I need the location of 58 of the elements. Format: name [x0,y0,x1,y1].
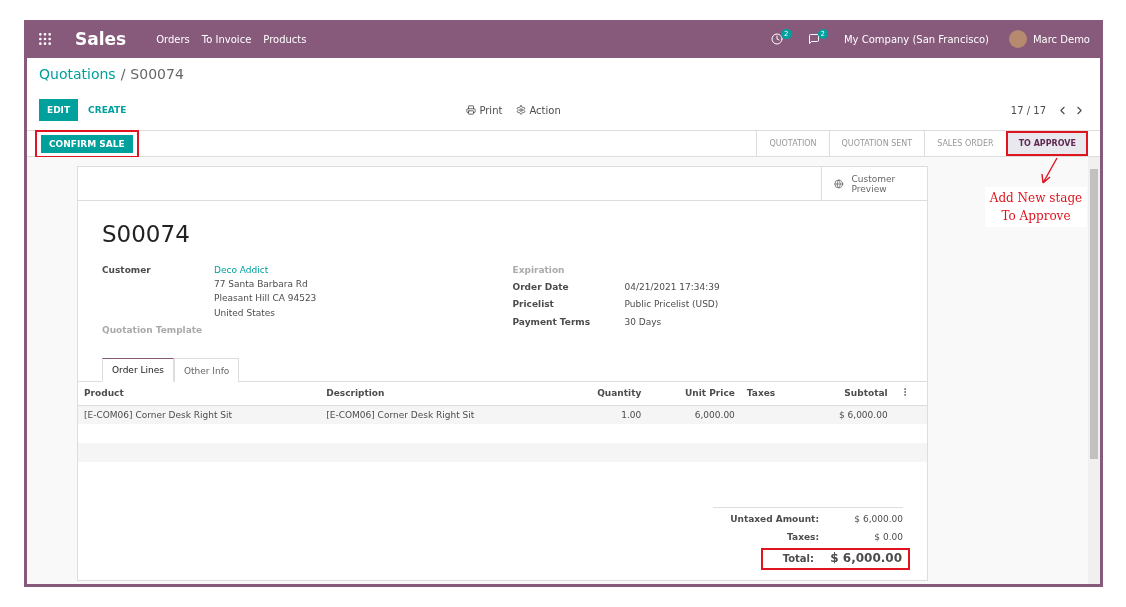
action-dropdown[interactable]: Action [516,104,561,116]
table-cell: 1.00 [621,409,642,420]
address-line: United States [214,307,276,318]
user-menu[interactable]: Marc Demo [1032,33,1090,45]
field-value: Public Pricelist (USD) [624,299,720,310]
breadcrumb-separator: / [120,66,126,82]
printer-icon [466,105,477,115]
confirm-sale-button[interactable]: CONFIRM SALE [41,134,133,153]
user-avatar [1008,30,1027,48]
breadcrumb-current: S00074 [130,66,184,82]
annotation-note: Add New stage To Approve [985,187,1087,227]
column-header[interactable]: Description [320,382,563,406]
total-label: Untaxed Amount: [729,514,820,525]
messages-icon[interactable] [807,33,820,45]
order-number: S00074 [102,221,191,249]
field-label: Payment Terms [512,316,592,327]
menu-item[interactable]: To Invoice [201,33,252,45]
scrollbar[interactable] [1088,157,1100,584]
activity-icon[interactable] [771,33,784,45]
total-label: Total: [781,553,815,565]
apps-menu-icon[interactable] [37,31,53,47]
address-line: 77 Santa Barbara Rd [214,278,309,290]
edit-button[interactable]: EDIT [39,99,79,121]
field-label: Quotation Template [102,324,204,336]
table-cell: [E-COM06] Corner Desk Right Sit [326,409,475,420]
address-line: Pleasant Hill CA 94523 [214,293,318,304]
table-cell: 6,000.00 [694,409,735,420]
gear-icon [516,105,527,115]
field-label: Pricelist [512,299,555,310]
field-label: Order Date [512,281,570,293]
print-dropdown[interactable]: Print [466,104,503,116]
table-cell: $ 6,000.00 [838,409,888,420]
notebook-tab[interactable]: Other Info [173,358,240,383]
total-value: $ 0.00 [873,532,903,543]
company-switcher[interactable]: My Company (San Francisco) [843,33,989,45]
create-button[interactable]: CREATE [78,105,137,115]
field-label: Customer [102,264,152,277]
column-header[interactable]: Taxes [740,382,802,406]
menu-item[interactable]: Orders [156,33,190,45]
column-header[interactable]: Product [78,382,321,406]
column-header[interactable]: Quantity [562,382,648,406]
app-name: Sales [75,29,127,49]
grand-total-value: $ 6,000.00 [829,552,902,567]
total-value: $ 6,000.00 [853,514,903,525]
column-header[interactable]: Subtotal [801,382,894,406]
field-value: 30 Days [624,316,663,327]
status-stage[interactable]: TO APPROVE [1005,131,1088,156]
field-label: Expiration [512,264,566,275]
table-cell: [E-COM06] Corner Desk Right Sit [84,409,233,420]
customer-link[interactable]: Deco Addict [214,264,493,275]
menu-item[interactable]: Products [263,33,307,45]
column-header[interactable]: Unit Price [647,382,741,406]
field-value: 04/21/2021 17:34:39 [624,281,721,293]
pager-text: 17 / 17 [1010,104,1046,116]
breadcrumb-link[interactable]: Quotations [39,66,116,82]
total-label: Taxes: [786,532,820,543]
globe-icon [834,176,844,191]
notebook-tab[interactable]: Order Lines [102,358,174,383]
